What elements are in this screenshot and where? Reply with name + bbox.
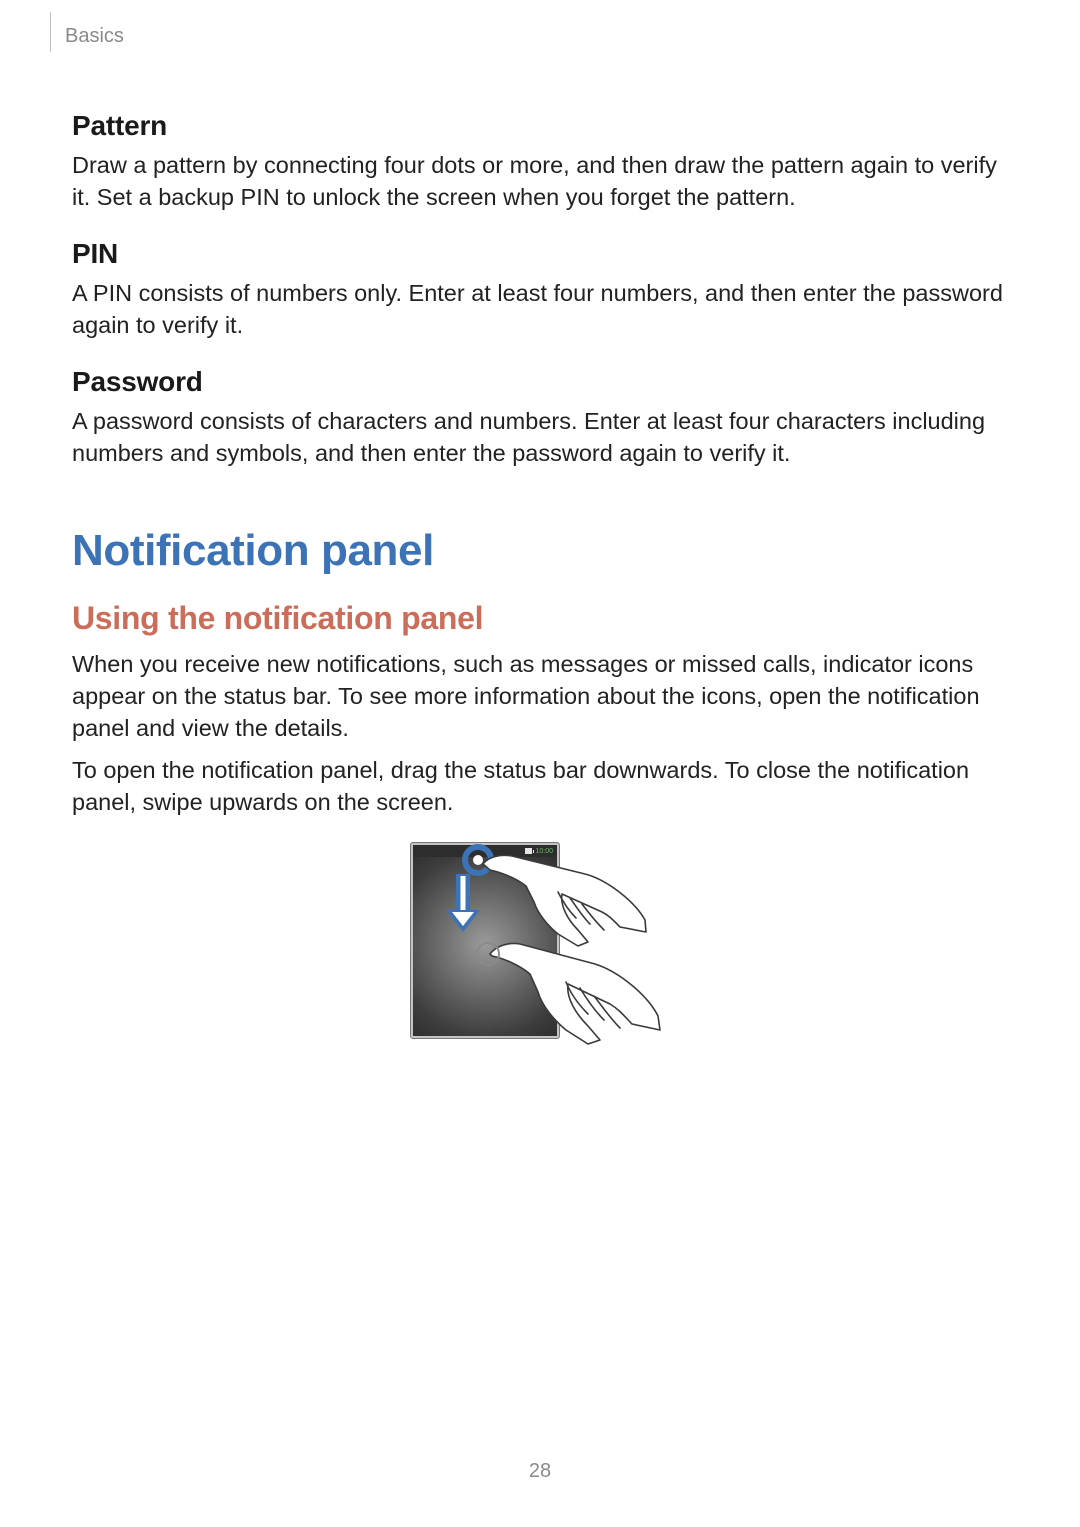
body-notif-p2: To open the notification panel, drag the… [72, 755, 1008, 819]
hand-lower-icon [490, 944, 660, 1045]
heading-pin: PIN [72, 238, 1008, 270]
header-rule [50, 12, 51, 52]
page-content: Pattern Draw a pattern by connecting fou… [72, 110, 1008, 1082]
swipe-down-arrow-icon [446, 874, 480, 932]
body-pattern: Draw a pattern by connecting four dots o… [72, 150, 1008, 214]
manual-page: Basics Pattern Draw a pattern by connect… [0, 0, 1080, 1527]
subheading-using-panel: Using the notification panel [72, 600, 1008, 637]
hand-upper-icon [483, 856, 646, 947]
page-number: 28 [0, 1460, 1080, 1483]
body-pin: A PIN consists of numbers only. Enter at… [72, 278, 1008, 342]
body-password: A password consists of characters and nu… [72, 406, 1008, 470]
heading-pattern: Pattern [72, 110, 1008, 142]
heading-password: Password [72, 366, 1008, 398]
gesture-overlay [410, 842, 670, 1082]
header-section-label: Basics [65, 25, 124, 48]
body-notif-p1: When you receive new notifications, such… [72, 649, 1008, 745]
header-bar: Basics [44, 12, 124, 52]
figure-canvas: 10:00 [410, 842, 670, 1082]
figure-notification-drag: 10:00 [72, 842, 1008, 1082]
heading-notification-panel: Notification panel [72, 526, 1008, 576]
